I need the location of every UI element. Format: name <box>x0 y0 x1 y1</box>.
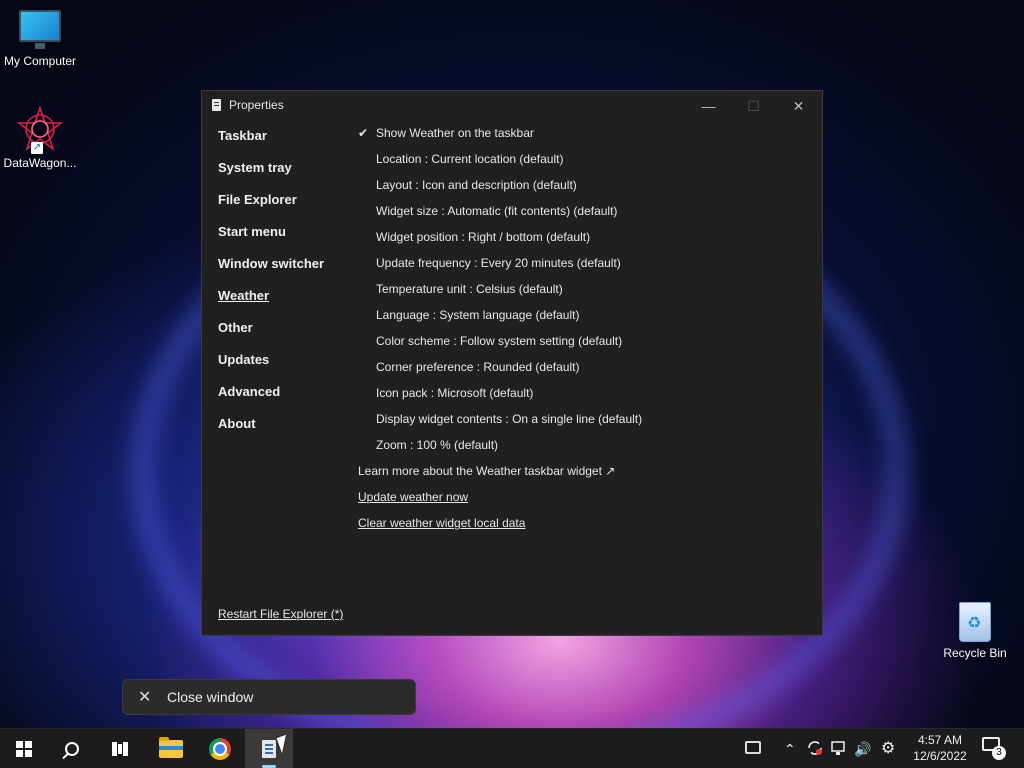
notification-center-button[interactable]: 3 <box>982 737 1006 760</box>
chrome-button[interactable] <box>196 729 244 768</box>
sidebar-item-advanced[interactable]: Advanced <box>218 384 324 416</box>
setting-label: Show Weather on the taskbar <box>376 126 534 140</box>
setting-widget-position[interactable]: Widget position : Right / bottom (defaul… <box>358 229 642 255</box>
monitor-icon <box>19 10 61 49</box>
sidebar-item-window-switcher[interactable]: Window switcher <box>218 256 324 288</box>
setting-display-widget-contents[interactable]: Display widget contents : On a single li… <box>358 411 642 437</box>
properties-window: Properties — ☐ ✕ Taskbar System tray Fil… <box>201 90 823 636</box>
volume-icon[interactable]: 🔊 <box>854 739 871 759</box>
task-view-button[interactable] <box>96 729 144 768</box>
folder-icon <box>159 737 183 758</box>
task-view-icon <box>112 742 128 756</box>
desktop-icon-my-computer[interactable]: My Computer <box>0 10 80 68</box>
restart-file-explorer-link[interactable]: Restart File Explorer (*) <box>218 607 343 621</box>
window-titlebar[interactable]: Properties — ☐ ✕ <box>202 91 822 121</box>
windows-logo-icon <box>16 741 32 757</box>
setting-widget-size[interactable]: Widget size : Automatic (fit contents) (… <box>358 203 642 229</box>
update-weather-link[interactable]: Update weather now <box>358 489 642 515</box>
search-icon <box>65 742 79 756</box>
settings-gear-icon[interactable]: ⚙ <box>881 739 895 759</box>
setting-temperature-unit[interactable]: Temperature unit : Celsius (default) <box>358 281 642 307</box>
clock-time: 4:57 AM <box>917 733 963 747</box>
shortcut-arrow-icon: ↗ <box>31 142 43 154</box>
search-button[interactable] <box>48 729 96 768</box>
sync-icon[interactable] <box>806 739 824 762</box>
start-button[interactable] <box>0 729 48 768</box>
maximize-button[interactable]: ☐ <box>731 91 776 121</box>
close-button[interactable]: ✕ <box>776 91 821 121</box>
widgets-icon <box>745 741 761 754</box>
minimize-button[interactable]: — <box>686 91 731 121</box>
sidebar-item-taskbar[interactable]: Taskbar <box>218 128 324 160</box>
learn-more-link[interactable]: Learn more about the Weather taskbar wid… <box>358 463 642 489</box>
setting-show-weather[interactable]: ✔ Show Weather on the taskbar <box>358 125 642 151</box>
setting-corner-preference[interactable]: Corner preference : Rounded (default) <box>358 359 642 385</box>
chrome-icon <box>209 738 231 760</box>
setting-update-frequency[interactable]: Update frequency : Every 20 minutes (def… <box>358 255 642 281</box>
setting-language[interactable]: Language : System language (default) <box>358 307 642 333</box>
sidebar-item-system-tray[interactable]: System tray <box>218 160 324 192</box>
properties-app-icon <box>212 99 221 111</box>
network-icon[interactable] <box>830 739 848 762</box>
desktop-icon-label: DataWagon... <box>3 156 77 170</box>
checkmark-icon: ✔ <box>358 126 369 140</box>
setting-layout[interactable]: Layout : Icon and description (default) <box>358 177 642 203</box>
desktop-icon-label: Recycle Bin <box>943 646 1007 660</box>
clear-weather-data-link[interactable]: Clear weather widget local data <box>358 515 642 541</box>
sidebar-item-updates[interactable]: Updates <box>218 352 324 384</box>
setting-zoom[interactable]: Zoom : 100 % (default) <box>358 437 642 463</box>
recycle-bin-icon: ♻ <box>959 602 991 642</box>
sidebar-nav: Taskbar System tray File Explorer Start … <box>218 128 324 448</box>
taskbar-clock[interactable]: 4:57 AM 12/6/2022 <box>908 732 972 764</box>
taskbar: ⌃ 🔊 ⚙ 4:57 AM 12/6/2022 3 <box>0 728 1024 768</box>
setting-location[interactable]: Location : Current location (default) <box>358 151 642 177</box>
close-icon: ✕ <box>138 689 152 706</box>
tray-overflow-chevron[interactable]: ⌃ <box>784 739 796 759</box>
notification-count-badge: 3 <box>992 746 1006 760</box>
desktop-icon-datawagon[interactable]: ↗ DataWagon... <box>0 105 80 170</box>
sidebar-item-other[interactable]: Other <box>218 320 324 352</box>
file-explorer-button[interactable] <box>147 729 195 768</box>
datawagon-logo-icon: ↗ <box>16 105 64 154</box>
setting-icon-pack[interactable]: Icon pack : Microsoft (default) <box>358 385 642 411</box>
sidebar-item-weather[interactable]: Weather <box>218 288 324 320</box>
sidebar-item-start-menu[interactable]: Start menu <box>218 224 324 256</box>
weather-settings-list: ✔ Show Weather on the taskbar Location :… <box>358 125 642 541</box>
desktop-icon-recycle-bin[interactable]: ♻ Recycle Bin <box>935 602 1015 660</box>
desktop-icon-label: My Computer <box>3 54 77 68</box>
clock-date: 12/6/2022 <box>913 749 967 763</box>
widgets-tray-button[interactable] <box>745 741 761 754</box>
window-title: Properties <box>229 98 284 112</box>
sidebar-item-file-explorer[interactable]: File Explorer <box>218 192 324 224</box>
close-window-flyout[interactable]: ✕ Close window <box>122 679 416 715</box>
properties-app-icon <box>262 740 276 758</box>
sidebar-item-about[interactable]: About <box>218 416 324 448</box>
setting-color-scheme[interactable]: Color scheme : Follow system setting (de… <box>358 333 642 359</box>
close-window-label: Close window <box>167 689 254 705</box>
